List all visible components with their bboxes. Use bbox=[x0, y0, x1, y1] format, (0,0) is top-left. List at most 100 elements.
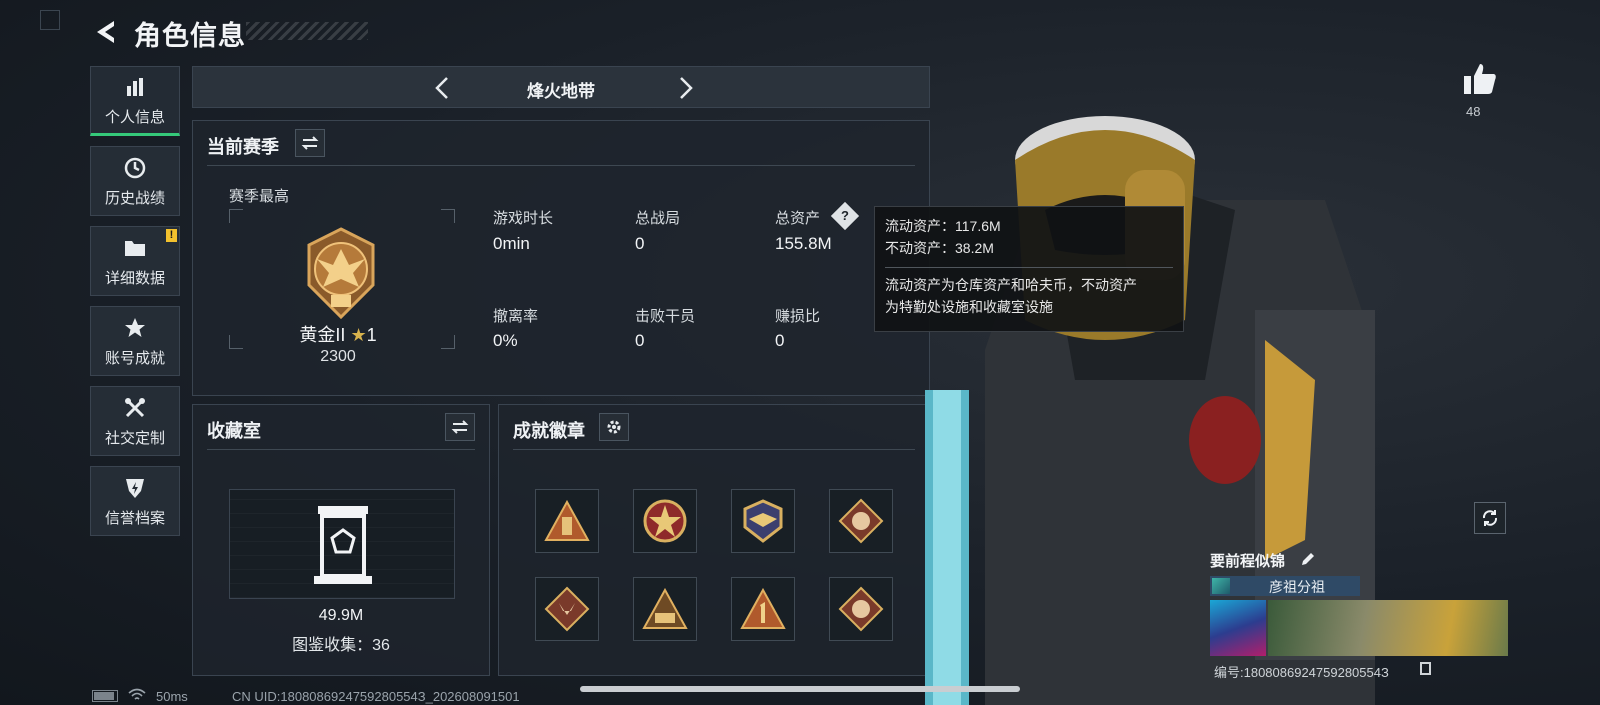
chevron-right-icon[interactable] bbox=[673, 75, 697, 101]
battery-icon bbox=[92, 690, 118, 702]
page-title: 角色信息 bbox=[134, 21, 246, 51]
divider bbox=[207, 449, 475, 450]
stat-label: 赚损比 bbox=[775, 308, 821, 325]
thumbs-up-icon[interactable] bbox=[1462, 62, 1498, 96]
sidebar-item-label: 个人信息 bbox=[104, 108, 165, 126]
shield-star-badge-icon bbox=[643, 499, 687, 543]
liquid-assets: 流动资产：117.6M bbox=[885, 218, 1001, 234]
sidebar-item-label: 详细数据 bbox=[104, 269, 165, 287]
network-ping: 50ms bbox=[156, 689, 188, 704]
stat-label: 总资产 bbox=[775, 210, 821, 227]
rank-star-icon: ★ bbox=[350, 325, 367, 345]
collection-room-preview[interactable] bbox=[229, 489, 455, 599]
stat-label: 总战局 bbox=[635, 210, 681, 227]
sidebar-item-personal-info[interactable]: 个人信息 bbox=[90, 66, 180, 136]
tooltip-description-line1: 流动资产为仓库资产和哈夫币，不动资产 bbox=[885, 277, 1137, 293]
player-banner bbox=[1268, 600, 1508, 656]
rank-stars: 1 bbox=[366, 325, 377, 345]
triangle-tower-badge-icon bbox=[544, 499, 590, 541]
wifi-icon bbox=[128, 688, 146, 700]
footer-uid: CN UID:1808086924759280554З_202608091501 bbox=[232, 689, 520, 704]
triangle-one-badge-icon bbox=[740, 587, 786, 629]
collection-title: 收藏室 bbox=[207, 421, 261, 441]
rotate-model-button[interactable] bbox=[1474, 502, 1506, 534]
collection-panel: 收藏室 49.9M 图鉴收集：36 bbox=[192, 404, 490, 676]
swap-icon bbox=[451, 420, 469, 434]
season-selector: 烽火地带 bbox=[192, 66, 930, 108]
achievement-badge[interactable] bbox=[731, 577, 795, 641]
achievements-title: 成就徽章 bbox=[513, 421, 585, 441]
season-peak-label: 赛季最高 bbox=[229, 188, 290, 205]
current-season-title: 当前赛季 bbox=[207, 137, 279, 157]
frame-corner bbox=[229, 209, 243, 223]
divider bbox=[207, 165, 915, 166]
shield-lightning-icon bbox=[122, 475, 148, 501]
catalog-count: 图鉴收集：36 bbox=[292, 637, 390, 654]
bar-chart-icon bbox=[122, 74, 148, 100]
dragon-diamond-badge-icon bbox=[838, 586, 884, 632]
rank-name: 黄金II bbox=[299, 325, 346, 345]
achievement-star-icon bbox=[122, 315, 148, 341]
tools-icon bbox=[122, 395, 148, 421]
stat-value: 0 bbox=[635, 234, 645, 253]
player-name: 要前程似锦 bbox=[1210, 553, 1286, 570]
vault-display-icon bbox=[314, 506, 372, 584]
clan-name: 彦祖分祖 bbox=[1269, 579, 1325, 595]
fixed-assets: 不动资产：38.2M bbox=[885, 240, 994, 256]
switch-collection-button[interactable] bbox=[445, 413, 475, 441]
clan-icon bbox=[1212, 578, 1230, 594]
rank-score: 2300 bbox=[320, 348, 356, 365]
refresh-icon bbox=[1482, 510, 1498, 526]
switch-season-button[interactable] bbox=[295, 129, 325, 157]
warning-badge: ! bbox=[166, 229, 177, 242]
sidebar-item-label: 社交定制 bbox=[104, 429, 165, 447]
avatar[interactable] bbox=[1210, 600, 1266, 656]
achievement-badge[interactable] bbox=[731, 489, 795, 553]
gold-rank-emblem-icon bbox=[307, 227, 375, 320]
frame-corner bbox=[441, 335, 455, 349]
stat-value: 0% bbox=[493, 331, 518, 350]
home-indicator[interactable] bbox=[580, 686, 1020, 692]
collection-value: 49.9M bbox=[318, 607, 364, 624]
help-icon-glyph: ? bbox=[841, 208, 849, 223]
gear-icon bbox=[607, 420, 621, 434]
sidebar-item-label: 账号成就 bbox=[104, 349, 165, 367]
copy-icon[interactable] bbox=[1420, 662, 1431, 675]
title-decoration bbox=[246, 22, 368, 40]
stat-value: 155.8M bbox=[775, 234, 832, 253]
current-season-panel: 当前赛季 赛季最高 黄金II ★1 2300 游戏时长 0min 总战局 0 总… bbox=[192, 120, 930, 396]
swap-icon bbox=[301, 136, 319, 150]
sidebar-item-social[interactable]: 社交定制 bbox=[90, 386, 180, 456]
stat-label: 击败干员 bbox=[635, 308, 696, 325]
sidebar-item-label: 历史战绩 bbox=[104, 189, 165, 207]
folder-icon bbox=[122, 235, 148, 261]
sidebar-item-label: 信誉档案 bbox=[104, 509, 165, 527]
frame-corner bbox=[229, 335, 243, 349]
triangle-squad-badge-icon bbox=[642, 587, 688, 629]
season-mode-title: 烽火地带 bbox=[527, 82, 595, 101]
back-icon[interactable] bbox=[92, 18, 118, 46]
achievement-badge[interactable] bbox=[829, 577, 893, 641]
achievement-badge[interactable] bbox=[633, 489, 697, 553]
achievement-badge[interactable] bbox=[535, 489, 599, 553]
achievements-settings-button[interactable] bbox=[599, 413, 629, 441]
sidebar-item-reputation[interactable]: 信誉档案 bbox=[90, 466, 180, 536]
corner-decoration bbox=[40, 10, 60, 30]
stat-value: 0min bbox=[493, 234, 530, 253]
edit-pencil-icon[interactable] bbox=[1300, 551, 1316, 567]
like-count: 48 bbox=[1466, 104, 1481, 119]
sidebar-item-detailed-data[interactable]: ! 详细数据 bbox=[90, 226, 180, 296]
sidebar-item-history[interactable]: 历史战绩 bbox=[90, 146, 180, 216]
achievement-badge[interactable] bbox=[535, 577, 599, 641]
player-uid: 编号:1808086924759280554З bbox=[1214, 665, 1389, 680]
sidebar-item-achievements[interactable]: 账号成就 bbox=[90, 306, 180, 376]
achievement-badge[interactable] bbox=[633, 577, 697, 641]
dragon-diamond-badge-icon bbox=[838, 498, 884, 544]
frame-corner bbox=[441, 209, 455, 223]
achievement-badge[interactable] bbox=[829, 489, 893, 553]
wolf-diamond-badge-icon bbox=[544, 586, 590, 632]
stat-label: 撤离率 bbox=[493, 308, 539, 325]
history-clock-icon bbox=[122, 155, 148, 181]
divider bbox=[513, 449, 915, 450]
stat-label: 游戏时长 bbox=[493, 210, 554, 227]
